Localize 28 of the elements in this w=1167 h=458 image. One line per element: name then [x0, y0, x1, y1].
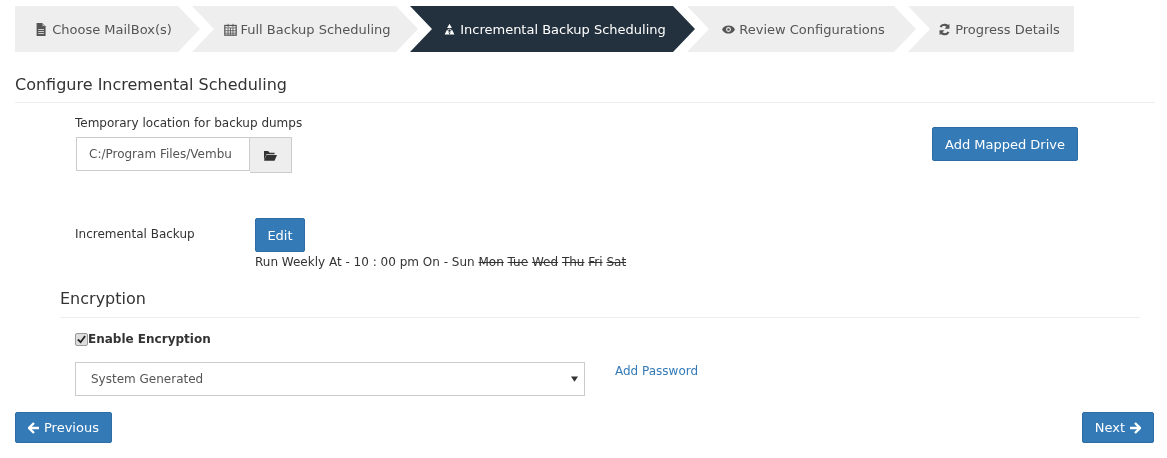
previous-button[interactable]: Previous [15, 412, 112, 443]
browse-button[interactable] [250, 137, 292, 173]
next-button[interactable]: Next [1081, 412, 1154, 443]
wizard-step[interactable]: Incremental Backup Scheduling [410, 6, 695, 52]
wizard-step[interactable]: Review Configurations [687, 6, 916, 52]
section-heading: Configure Incremental Scheduling [15, 75, 1155, 103]
left-arrow-icon [28, 421, 40, 434]
section-heading: Encryption [60, 289, 1140, 318]
checkbox-label: Enable Encryption [88, 332, 211, 346]
calendar-icon [223, 22, 237, 36]
file-icon [35, 22, 49, 36]
wizard-step[interactable]: Progress Details [908, 6, 1074, 52]
refresh-icon [938, 22, 952, 36]
field-label: Incremental Backup [75, 227, 196, 243]
wizard-step[interactable]: Full Backup Scheduling [192, 6, 418, 52]
wizard-step[interactable]: Choose MailBox(s) [15, 6, 200, 52]
edit-button[interactable]: Edit [255, 218, 305, 252]
field-label: Temporary location for backup dumps [75, 116, 303, 130]
right-arrow-icon [1129, 421, 1141, 434]
path-field[interactable]: C:/Program Files/Vembu [76, 137, 250, 171]
add-password-link[interactable]: Add Password [615, 364, 699, 378]
checkbox[interactable] [75, 332, 88, 346]
caret-icon [571, 376, 578, 382]
eye-icon [722, 22, 736, 36]
add-mapped-drive-button[interactable]: Add Mapped Drive [931, 127, 1078, 161]
schedule-text: Run Weekly At - 10 : 00 pm On - Sun Mon Tue Wed Thu Fri Sat [255, 255, 627, 269]
password-type-dropdown[interactable]: System Generated [75, 362, 585, 396]
folder-icon [264, 149, 277, 161]
